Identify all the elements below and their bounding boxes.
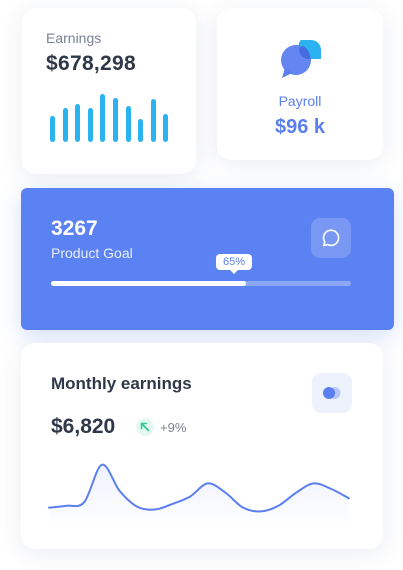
chat-bubbles-icon <box>281 40 321 78</box>
earnings-bar <box>62 108 68 142</box>
payroll-label: Payroll <box>278 93 322 109</box>
earnings-bar <box>150 99 156 142</box>
earnings-card: Earnings $678,298 <box>22 8 196 174</box>
payroll-value: $96 k <box>274 116 326 138</box>
goal-value: 3267 <box>51 217 98 240</box>
earnings-bar <box>125 106 131 142</box>
toggle-icon <box>323 387 341 399</box>
earnings-bar <box>100 94 106 142</box>
earnings-bar <box>75 104 81 142</box>
goal-progress-badge: 65% <box>215 254 253 274</box>
goal-label: Product Goal <box>51 245 133 261</box>
earnings-bar <box>87 108 93 142</box>
monthly-earnings-card: Monthly earnings $6,820 +9% <box>21 343 383 549</box>
monthly-earnings-change: +9% <box>160 420 187 435</box>
earnings-value: $678,298 <box>46 52 136 75</box>
earnings-bar <box>113 98 118 142</box>
monthly-earnings-line-chart <box>48 463 350 523</box>
arrow-up-left-icon <box>136 418 154 436</box>
monthly-earnings-value: $6,820 <box>51 415 116 438</box>
goal-progress-bar <box>51 281 351 286</box>
goal-progress-fill <box>51 281 246 286</box>
monthly-earnings-area <box>49 464 349 523</box>
chat-button[interactable] <box>311 218 351 258</box>
earnings-bar-chart <box>50 94 170 142</box>
monthly-earnings-title: Monthly earnings <box>51 374 192 393</box>
earnings-bar <box>163 114 169 142</box>
chat-icon <box>322 229 340 247</box>
earnings-label: Earnings <box>46 30 102 46</box>
toggle-button[interactable] <box>312 373 352 413</box>
product-goal-card: 3267 Product Goal 65% <box>21 188 394 330</box>
earnings-bar <box>138 119 144 142</box>
payroll-card: Payroll $96 k <box>217 8 383 160</box>
earnings-bar <box>50 116 55 142</box>
